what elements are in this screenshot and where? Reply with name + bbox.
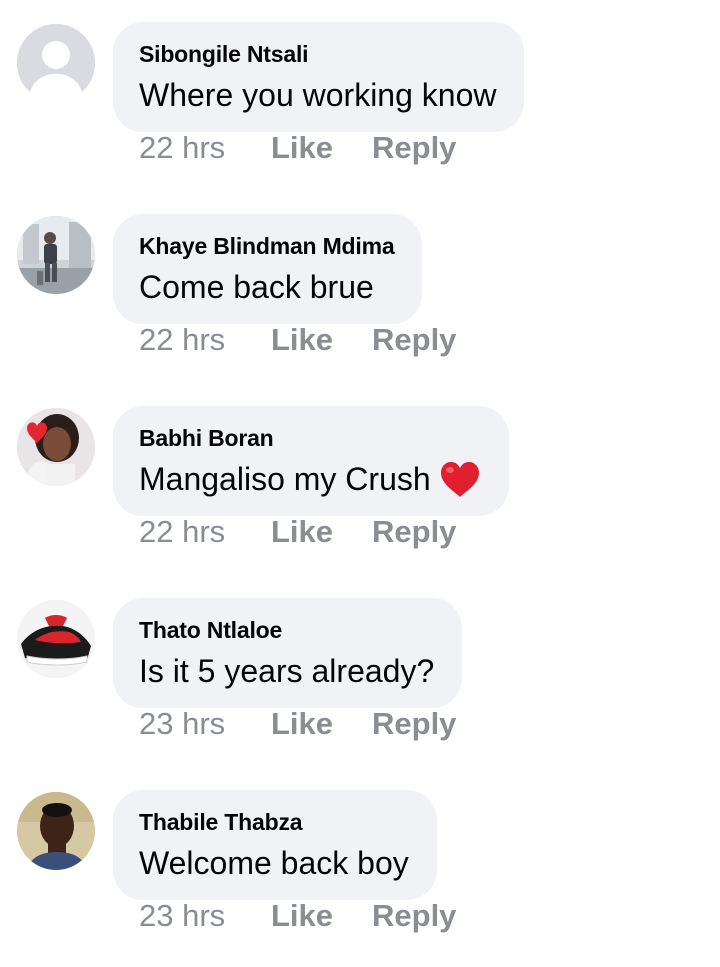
profile-photo-icon xyxy=(17,792,95,870)
comment-actions: 23 hrs Like Reply xyxy=(139,704,456,744)
comment-text-content: Mangaliso my Crush xyxy=(139,461,431,497)
comment-actions: 22 hrs Like Reply xyxy=(139,512,456,552)
reply-button[interactable]: Reply xyxy=(372,320,456,360)
comment-timestamp[interactable]: 22 hrs xyxy=(139,512,271,552)
like-button[interactable]: Like xyxy=(271,704,372,744)
comment-item: Babhi Boran Mangaliso my Crush 22 hrs Lik… xyxy=(0,384,720,576)
comment-bubble: Khaye Blindman Mdima Come back brue xyxy=(113,214,423,324)
comment-timestamp[interactable]: 23 hrs xyxy=(139,896,271,936)
comment-text: Mangaliso my Crush xyxy=(139,459,481,499)
comment-item: Thabile Thabza Welcome back boy 23 hrs Li… xyxy=(0,768,720,960)
comment-text: Welcome back boy xyxy=(139,845,409,881)
comment-timestamp[interactable]: 23 hrs xyxy=(139,704,271,744)
avatar[interactable] xyxy=(17,216,95,294)
comment-timestamp[interactable]: 22 hrs xyxy=(139,320,271,360)
reply-button[interactable]: Reply xyxy=(372,896,456,936)
reply-button[interactable]: Reply xyxy=(372,128,456,168)
default-avatar-icon xyxy=(17,24,95,102)
comment-actions: 22 hrs Like Reply xyxy=(139,128,456,168)
comment-item: Khaye Blindman Mdima Come back brue 22 h… xyxy=(0,192,720,384)
comment-author[interactable]: Khaye Blindman Mdima xyxy=(139,232,395,260)
comment-author[interactable]: Babhi Boran xyxy=(139,424,481,452)
comment-item: Sibongile Ntsali Where you working know … xyxy=(0,0,720,192)
comment-author[interactable]: Sibongile Ntsali xyxy=(139,40,496,68)
comment-text: Come back brue xyxy=(139,269,374,305)
comment-text: Where you working know xyxy=(139,77,497,113)
comment-bubble: Thato Ntlaloe Is it 5 years already? xyxy=(113,598,463,708)
reply-button[interactable]: Reply xyxy=(372,704,456,744)
comment-text: Is it 5 years already? xyxy=(139,653,435,689)
like-button[interactable]: Like xyxy=(271,320,372,360)
like-button[interactable]: Like xyxy=(271,512,372,552)
comment-bubble: Sibongile Ntsali Where you working know xyxy=(113,22,525,132)
comment-actions: 23 hrs Like Reply xyxy=(139,896,456,936)
avatar[interactable] xyxy=(17,24,95,102)
comment-author[interactable]: Thato Ntlaloe xyxy=(139,616,434,644)
comment-bubble: Thabile Thabza Welcome back boy xyxy=(113,790,437,900)
avatar[interactable] xyxy=(17,408,95,486)
like-button[interactable]: Like xyxy=(271,128,372,168)
profile-photo-icon xyxy=(17,600,95,678)
profile-photo-icon xyxy=(17,408,95,486)
like-button[interactable]: Like xyxy=(271,896,372,936)
comment-actions: 22 hrs Like Reply xyxy=(139,320,456,360)
avatar[interactable] xyxy=(17,600,95,678)
avatar[interactable] xyxy=(17,792,95,870)
reply-button[interactable]: Reply xyxy=(372,512,456,552)
comment-bubble: Babhi Boran Mangaliso my Crush xyxy=(113,406,509,516)
profile-photo-icon xyxy=(17,216,95,294)
comment-item: Thato Ntlaloe Is it 5 years already? 23 … xyxy=(0,576,720,768)
comment-timestamp[interactable]: 22 hrs xyxy=(139,128,271,168)
comment-author[interactable]: Thabile Thabza xyxy=(139,808,409,836)
red-heart-icon xyxy=(440,462,479,497)
